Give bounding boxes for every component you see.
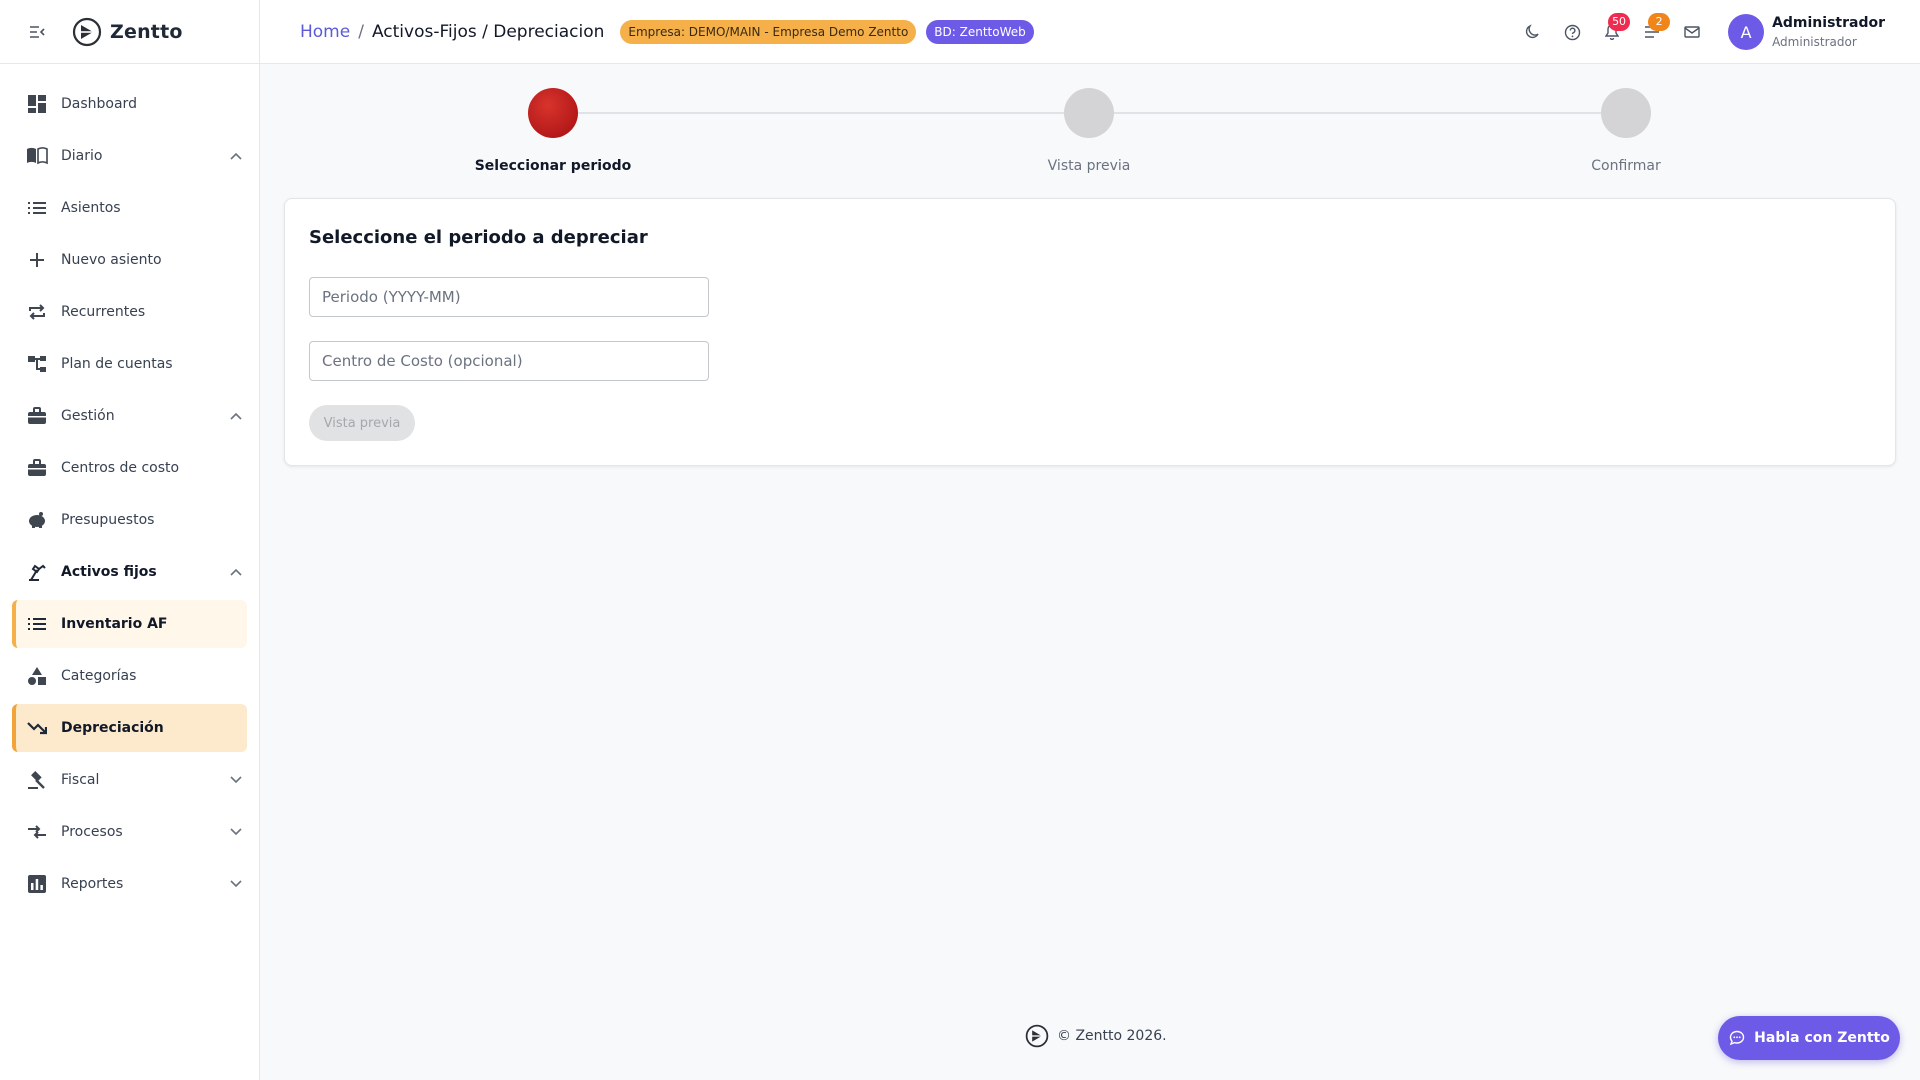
sidebar-item-centros-de-costo[interactable]: Centros de costo <box>12 444 247 492</box>
sidebar-nav: Dashboard Diario Asientos Nuevo asiento … <box>0 64 259 908</box>
help-icon[interactable] <box>1552 12 1592 52</box>
zentto-logo-icon <box>1025 1024 1049 1048</box>
sidebar-item-label: Categorías <box>61 668 137 684</box>
mail-icon[interactable] <box>1672 12 1712 52</box>
sidebar-item-label: Plan de cuentas <box>61 356 173 372</box>
footer-copyright: © Zentto 2026. <box>1057 1028 1167 1044</box>
step-confirmar: Confirmar <box>1506 88 1746 174</box>
briefcase-icon <box>25 404 49 428</box>
chevron-down-icon[interactable] <box>229 877 243 891</box>
tasks-list-icon[interactable]: 2 <box>1632 12 1672 52</box>
zentto-logo-icon <box>72 17 102 46</box>
step-indicator-pending <box>1601 88 1651 138</box>
sidebar-item-categorias[interactable]: Categorías <box>12 652 247 700</box>
step-label: Seleccionar periodo <box>474 158 632 174</box>
brand-header: Zentto <box>0 0 259 64</box>
sidebar-item-label: Recurrentes <box>61 304 146 320</box>
centro-costo-input[interactable] <box>309 341 709 381</box>
user-name: Administrador <box>1772 15 1885 31</box>
sidebar-item-label: Presupuestos <box>61 512 155 528</box>
gavel-icon <box>25 768 49 792</box>
chevron-down-icon[interactable] <box>229 773 243 787</box>
sidebar-item-label: Reportes <box>61 876 124 892</box>
sidebar-item-reportes[interactable]: Reportes <box>12 860 247 908</box>
compare-arrows-icon <box>25 820 49 844</box>
sidebar-item-recurrentes[interactable]: Recurrentes <box>12 288 247 336</box>
step-seleccionar-periodo: Seleccionar periodo <box>433 88 673 174</box>
sidebar-item-depreciacion[interactable]: Depreciación <box>12 704 247 752</box>
sidebar-item-diario[interactable]: Diario <box>12 132 247 180</box>
sidebar-item-plan-de-cuentas[interactable]: Plan de cuentas <box>12 340 247 388</box>
footer: © Zentto 2026. <box>1025 1024 1167 1048</box>
dashboard-icon <box>25 92 49 116</box>
sidebar-item-label: Dashboard <box>61 96 137 112</box>
list-icon <box>25 612 49 636</box>
step-indicator-pending <box>1064 88 1114 138</box>
list-icon <box>25 196 49 220</box>
avatar[interactable]: A <box>1728 14 1765 50</box>
notifications-bell-icon[interactable]: 50 <box>1592 12 1632 52</box>
sidebar-item-fiscal[interactable]: Fiscal <box>12 756 247 804</box>
category-shapes-icon <box>25 664 49 688</box>
empresa-chip[interactable]: Empresa: DEMO/MAIN - Empresa Demo Zentto <box>620 19 917 44</box>
sidebar-item-label: Procesos <box>61 824 123 840</box>
book-open-icon <box>25 144 49 168</box>
top-header: Home / Activos-Fijos / Depreciacion Empr… <box>260 0 1920 64</box>
piggy-bank-icon <box>25 508 49 532</box>
sidebar: Zentto Dashboard Diario Asientos Nuevo a… <box>0 0 260 1080</box>
sidebar-item-presupuestos[interactable]: Presupuestos <box>12 496 247 544</box>
notifications-badge: 50 <box>1608 13 1631 31</box>
sidebar-item-inventario-af[interactable]: Inventario AF <box>12 600 247 648</box>
periodo-input[interactable] <box>309 277 709 317</box>
chevron-up-icon[interactable] <box>229 409 243 423</box>
sidebar-item-gestion[interactable]: Gestión <box>12 392 247 440</box>
sidebar-item-label: Activos fijos <box>61 564 157 580</box>
tasks-badge: 2 <box>1648 13 1671 31</box>
step-indicator-active <box>528 88 578 138</box>
chevron-up-icon[interactable] <box>229 149 243 163</box>
account-tree-icon <box>25 352 49 376</box>
chevron-up-icon[interactable] <box>229 565 243 579</box>
breadcrumb-separator: / <box>358 21 364 42</box>
breadcrumb-home[interactable]: Home <box>300 22 350 42</box>
dark-mode-icon[interactable] <box>1512 12 1552 52</box>
sidebar-item-label: Asientos <box>61 200 121 216</box>
sidebar-item-dashboard[interactable]: Dashboard <box>12 80 247 128</box>
sidebar-item-label: Fiscal <box>61 772 100 788</box>
sidebar-item-label: Centros de costo <box>61 460 180 476</box>
chat-bubble-icon <box>1728 1029 1746 1047</box>
briefcase-icon <box>25 456 49 480</box>
sidebar-item-procesos[interactable]: Procesos <box>12 808 247 856</box>
sidebar-item-activos-fijos[interactable]: Activos fijos <box>12 548 247 596</box>
breadcrumb-current: Activos-Fijos / Depreciacion <box>371 21 605 42</box>
menu-collapse-icon[interactable] <box>28 23 46 41</box>
form-title: Seleccione el periodo a depreciar <box>309 227 648 248</box>
vista-previa-button[interactable]: Vista previa <box>309 405 415 441</box>
sidebar-item-nuevo-asiento[interactable]: Nuevo asiento <box>12 236 247 284</box>
period-form-card: Seleccione el periodo a depreciar Vista … <box>284 198 1896 466</box>
sidebar-item-label: Gestión <box>61 408 115 424</box>
bar-chart-icon <box>25 872 49 896</box>
plus-icon <box>25 248 49 272</box>
chevron-down-icon[interactable] <box>229 825 243 839</box>
chat-button[interactable]: Habla con Zentto <box>1718 1016 1900 1060</box>
sidebar-item-label: Depreciación <box>61 720 164 736</box>
sidebar-item-label: Inventario AF <box>61 616 168 632</box>
trending-down-icon <box>25 716 49 740</box>
sidebar-item-label: Nuevo asiento <box>61 252 162 268</box>
header-actions: 50 2 A Administrador Administrador <box>1512 0 1920 64</box>
step-vista-previa: Vista previa <box>969 88 1209 174</box>
brand-name: Zentto <box>110 20 183 43</box>
sidebar-item-asientos[interactable]: Asientos <box>12 184 247 232</box>
chat-button-label: Habla con Zentto <box>1754 1030 1890 1046</box>
user-info[interactable]: Administrador Administrador <box>1772 15 1885 49</box>
sidebar-item-label: Diario <box>61 148 103 164</box>
step-label: Vista previa <box>1047 158 1131 174</box>
user-role: Administrador <box>1772 35 1857 49</box>
repeat-icon <box>25 300 49 324</box>
step-label: Confirmar <box>1591 158 1661 174</box>
depreciation-stepper: Seleccionar periodo Vista previa Confirm… <box>475 88 1661 178</box>
precision-tool-icon <box>25 560 49 584</box>
database-chip[interactable]: BD: ZenttoWeb <box>926 19 1034 44</box>
